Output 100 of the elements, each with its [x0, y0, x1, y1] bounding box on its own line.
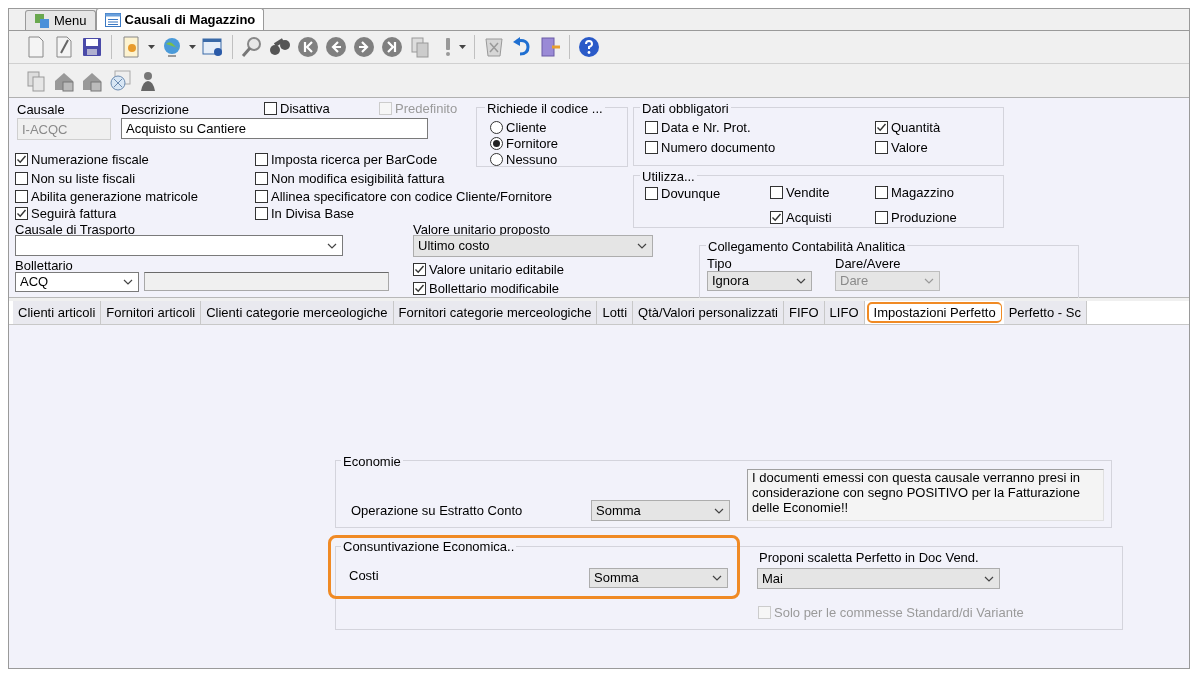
field-label: Causale di Trasporto: [15, 221, 135, 239]
checkbox[interactable]: [413, 263, 426, 277]
checkbox-label: Allinea specificatore con codice Cliente/Fornitore: [271, 188, 553, 206]
dropdown[interactable]: ACQ: [15, 272, 139, 292]
checkbox[interactable]: [15, 153, 28, 167]
chevron-icon: [984, 575, 994, 582]
chevron-icon: [796, 278, 806, 284]
field-label: Descrizione: [121, 101, 189, 119]
field-label: Costi: [349, 567, 379, 585]
last-record-icon[interactable]: [381, 36, 403, 58]
tab[interactable]: Fornitori articoli: [101, 301, 202, 324]
globe-icon[interactable]: [161, 36, 183, 58]
tab[interactable]: Clienti categorie merceologiche: [201, 301, 394, 324]
chevron-icon: [924, 278, 934, 284]
radio-button[interactable]: [490, 153, 503, 167]
caret-icon[interactable]: [148, 45, 155, 49]
save-icon[interactable]: [81, 36, 103, 58]
app-icon: [34, 12, 50, 29]
checkbox-label: Valore unitario editabile: [429, 261, 564, 279]
tab[interactable]: LIFO: [824, 301, 865, 324]
tab[interactable]: Qtà/Valori personalizzati: [633, 301, 784, 324]
checkbox-label: Disattiva: [280, 100, 330, 118]
checkbox-label: Valore: [891, 139, 928, 157]
tab[interactable]: Fornitori categorie merceologiche: [393, 301, 598, 324]
dropdown[interactable]: [15, 235, 343, 256]
checkbox[interactable]: [413, 282, 426, 296]
checkbox[interactable]: [875, 121, 888, 135]
checkbox[interactable]: [770, 211, 783, 225]
checkbox-label: Bollettario modificabile: [429, 280, 560, 298]
checkbox-label: Vendite: [786, 184, 830, 202]
binoculars-icon[interactable]: [269, 36, 291, 58]
dropdown[interactable]: Somma: [589, 568, 728, 588]
caret-icon[interactable]: [459, 45, 466, 49]
next-record-icon[interactable]: [353, 36, 375, 58]
dropdown[interactable]: Ignora: [707, 271, 812, 291]
chevron-icon: [714, 507, 724, 514]
checkbox-label: Produzione: [891, 209, 957, 227]
radio-label: Nessuno: [506, 151, 558, 169]
window-settings-icon[interactable]: [202, 36, 224, 58]
checkbox[interactable]: [875, 186, 888, 200]
checkbox[interactable]: [15, 207, 28, 221]
tab[interactable]: Lotti: [597, 301, 634, 324]
field-label: Dare/Avere: [835, 255, 901, 273]
checkbox[interactable]: [645, 121, 658, 135]
tab[interactable]: FIFO: [784, 301, 825, 324]
dropdown[interactable]: Mai: [757, 568, 1000, 589]
radio-button[interactable]: [490, 137, 503, 151]
checkbox[interactable]: [255, 172, 268, 186]
checkbox[interactable]: [264, 102, 277, 116]
checkbox-label: Non modifica esigibilità fattura: [271, 170, 445, 188]
dropdown[interactable]: Somma: [591, 500, 730, 521]
checkbox-label: Data e Nr. Prot.: [661, 119, 751, 137]
chevron-icon: [123, 279, 133, 285]
window-tab[interactable]: Causali di Magazzino: [95, 8, 265, 30]
checkbox[interactable]: [15, 190, 28, 204]
field-label: Bollettario: [15, 257, 73, 275]
field-label: Tipo: [707, 255, 732, 273]
checkbox-label: Abilita generazione matricole: [31, 188, 198, 206]
checkbox[interactable]: [255, 153, 268, 167]
checkbox[interactable]: [15, 172, 28, 186]
tab[interactable]: Impostazioni Perfetto: [866, 302, 1002, 323]
radio-button[interactable]: [490, 121, 503, 135]
chevron-icon: [637, 243, 647, 249]
tab[interactable]: Perfetto - Sc: [1003, 301, 1087, 324]
checkbox-label: Imposta ricerca per BarCode: [271, 151, 438, 169]
search-icon[interactable]: [241, 36, 263, 58]
chevron-icon: [712, 575, 722, 581]
window-tab[interactable]: Menu: [25, 10, 96, 30]
edit-document-icon[interactable]: [53, 36, 75, 58]
checkbox-label: Magazzino: [891, 184, 954, 202]
help-icon[interactable]: [578, 36, 600, 58]
text-field[interactable]: Acquisto su Cantiere: [121, 118, 428, 139]
checkbox-label: Predefinito: [395, 100, 458, 118]
checkbox[interactable]: [875, 141, 888, 155]
checkbox[interactable]: [645, 141, 658, 155]
exit-door-icon[interactable]: [539, 36, 561, 58]
chevron-icon: [327, 242, 337, 249]
checkbox[interactable]: [645, 187, 658, 201]
previous-record-icon[interactable]: [325, 36, 347, 58]
checkbox-label: Non su liste fiscali: [31, 170, 136, 188]
compass-icon[interactable]: [109, 69, 131, 92]
checkbox-label: In Divisa Base: [271, 205, 355, 223]
checkbox[interactable]: [770, 186, 783, 200]
checkbox-label: Quantità: [891, 119, 941, 137]
checkbox[interactable]: [255, 207, 268, 221]
table-icon: [104, 12, 121, 27]
tab[interactable]: Clienti articoli: [13, 301, 102, 324]
checkbox-label: Numero documento: [661, 139, 776, 157]
dropdown[interactable]: Ultimo costo: [413, 235, 653, 257]
field-label: Operazione su Estratto Conto: [351, 502, 523, 520]
checkbox-label: Numerazione fiscale: [31, 151, 149, 169]
caret-icon[interactable]: [189, 45, 196, 49]
text-field[interactable]: [144, 272, 389, 291]
first-record-icon[interactable]: [297, 36, 319, 58]
checkbox[interactable]: [255, 190, 268, 204]
checkbox-label: Solo per le commesse Standard/di Variante: [774, 604, 1024, 622]
checkbox[interactable]: [875, 211, 888, 225]
radio-label: Fornitore: [506, 135, 559, 153]
field-label: Causale: [17, 101, 65, 119]
checkbox-label: Seguirà fattura: [31, 205, 117, 223]
